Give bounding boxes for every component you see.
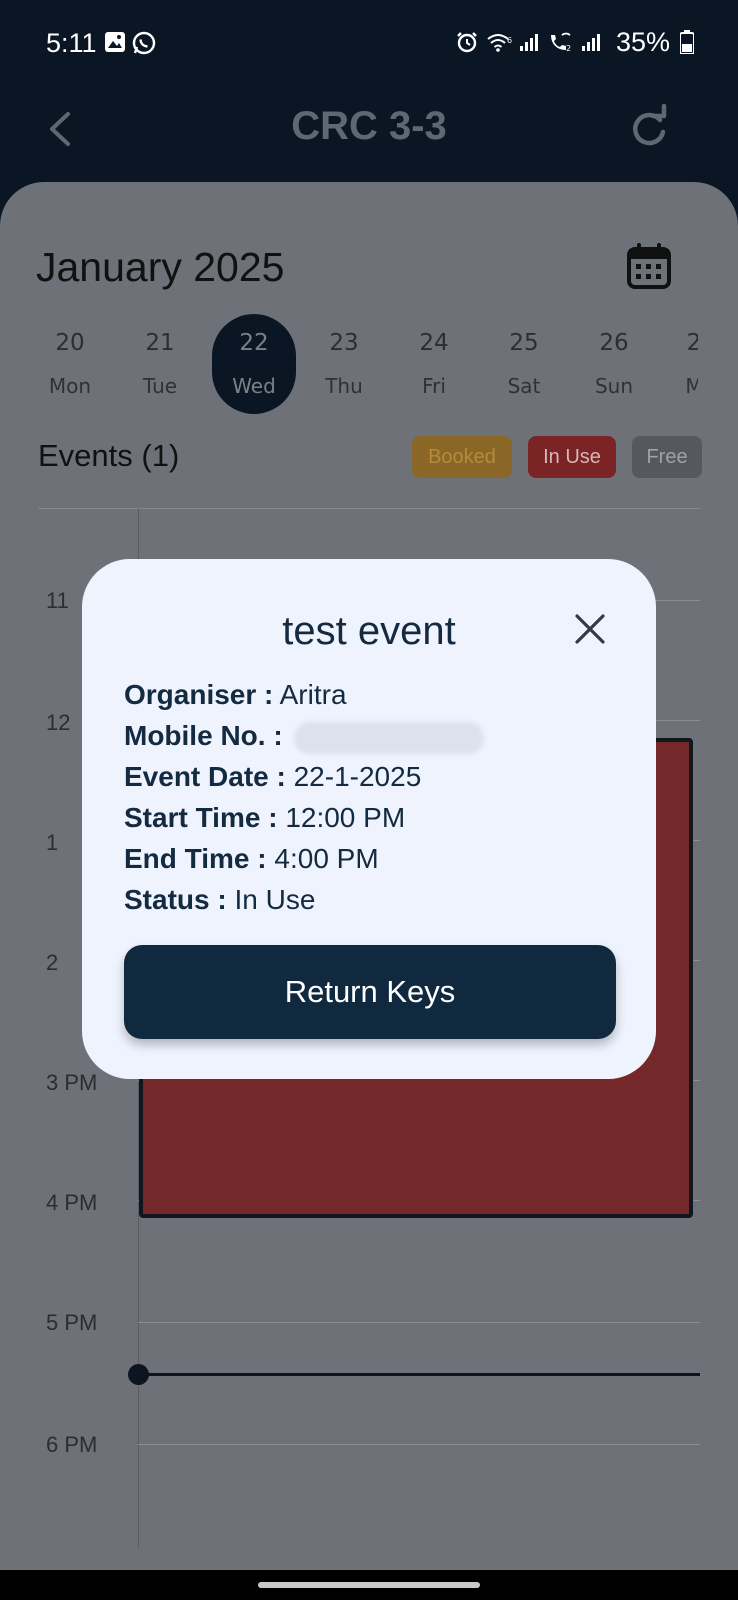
- battery-icon: [679, 30, 695, 58]
- info-label: Start Time :: [124, 802, 278, 833]
- close-button[interactable]: [572, 611, 608, 647]
- info-status: Status : In Use: [124, 884, 624, 925]
- hour-label: 1: [46, 830, 59, 855]
- signal-icon: [518, 31, 540, 57]
- redacted-value: [294, 721, 485, 754]
- info-label: Organiser :: [124, 679, 274, 710]
- hour-label: 12: [46, 710, 71, 735]
- status-time: 5:11: [46, 28, 97, 58]
- info-value: 4:00 PM: [274, 843, 379, 874]
- event-details-dialog: test event Organiser : Aritra Mobile No.…: [82, 559, 656, 1079]
- home-gesture-handle[interactable]: [258, 1582, 480, 1588]
- refresh-button[interactable]: [626, 103, 672, 154]
- info-value: 22-1-2025: [293, 761, 422, 792]
- hour-label: 4 PM: [46, 1190, 98, 1215]
- hour-label: 3 PM: [46, 1070, 98, 1095]
- info-label: Mobile No. :: [124, 720, 283, 751]
- status-bar: 5:11 6 2 35%: [0, 0, 738, 90]
- app-header: CRC 3-3: [0, 90, 738, 190]
- info-end-time: End Time : 4:00 PM: [124, 843, 624, 884]
- signal-icon: [580, 31, 602, 57]
- hour-gridline: [138, 1444, 700, 1445]
- dialog-title: test event: [282, 609, 456, 653]
- info-label: End Time :: [124, 843, 267, 874]
- hour-label: 2: [46, 950, 59, 975]
- alarm-icon: [456, 31, 478, 57]
- info-mobile: Mobile No. :: [124, 720, 624, 761]
- hour-label: 11: [46, 588, 69, 613]
- svg-text:2: 2: [566, 44, 571, 53]
- refresh-icon: [633, 103, 667, 146]
- current-time-line: [139, 1373, 700, 1376]
- whatsapp-icon: [132, 31, 156, 59]
- info-value: In Use: [234, 884, 316, 915]
- info-organiser: Organiser : Aritra: [124, 679, 624, 720]
- return-keys-button[interactable]: Return Keys: [124, 945, 616, 1039]
- wifi-icon: 6: [486, 31, 514, 57]
- event-info-list: Organiser : Aritra Mobile No. : Event Da…: [124, 679, 624, 925]
- info-value: Aritra: [279, 679, 347, 710]
- system-nav-bar: [0, 1570, 738, 1600]
- battery-percent: 35%: [616, 27, 671, 57]
- info-value: 12:00 PM: [285, 802, 406, 833]
- svg-text:6: 6: [507, 36, 512, 45]
- close-icon: [575, 614, 605, 644]
- info-event-date: Event Date : 22-1-2025: [124, 761, 624, 802]
- info-label: Event Date :: [124, 761, 286, 792]
- hour-label: 6 PM: [46, 1432, 98, 1457]
- current-time-dot: [128, 1364, 149, 1385]
- gallery-icon: [104, 31, 126, 57]
- info-label: Status :: [124, 884, 227, 915]
- wifi-call-icon: 2: [548, 31, 574, 57]
- info-start-time: Start Time : 12:00 PM: [124, 802, 624, 843]
- hour-gridline: [138, 1322, 700, 1323]
- hour-label: 5 PM: [46, 1310, 98, 1335]
